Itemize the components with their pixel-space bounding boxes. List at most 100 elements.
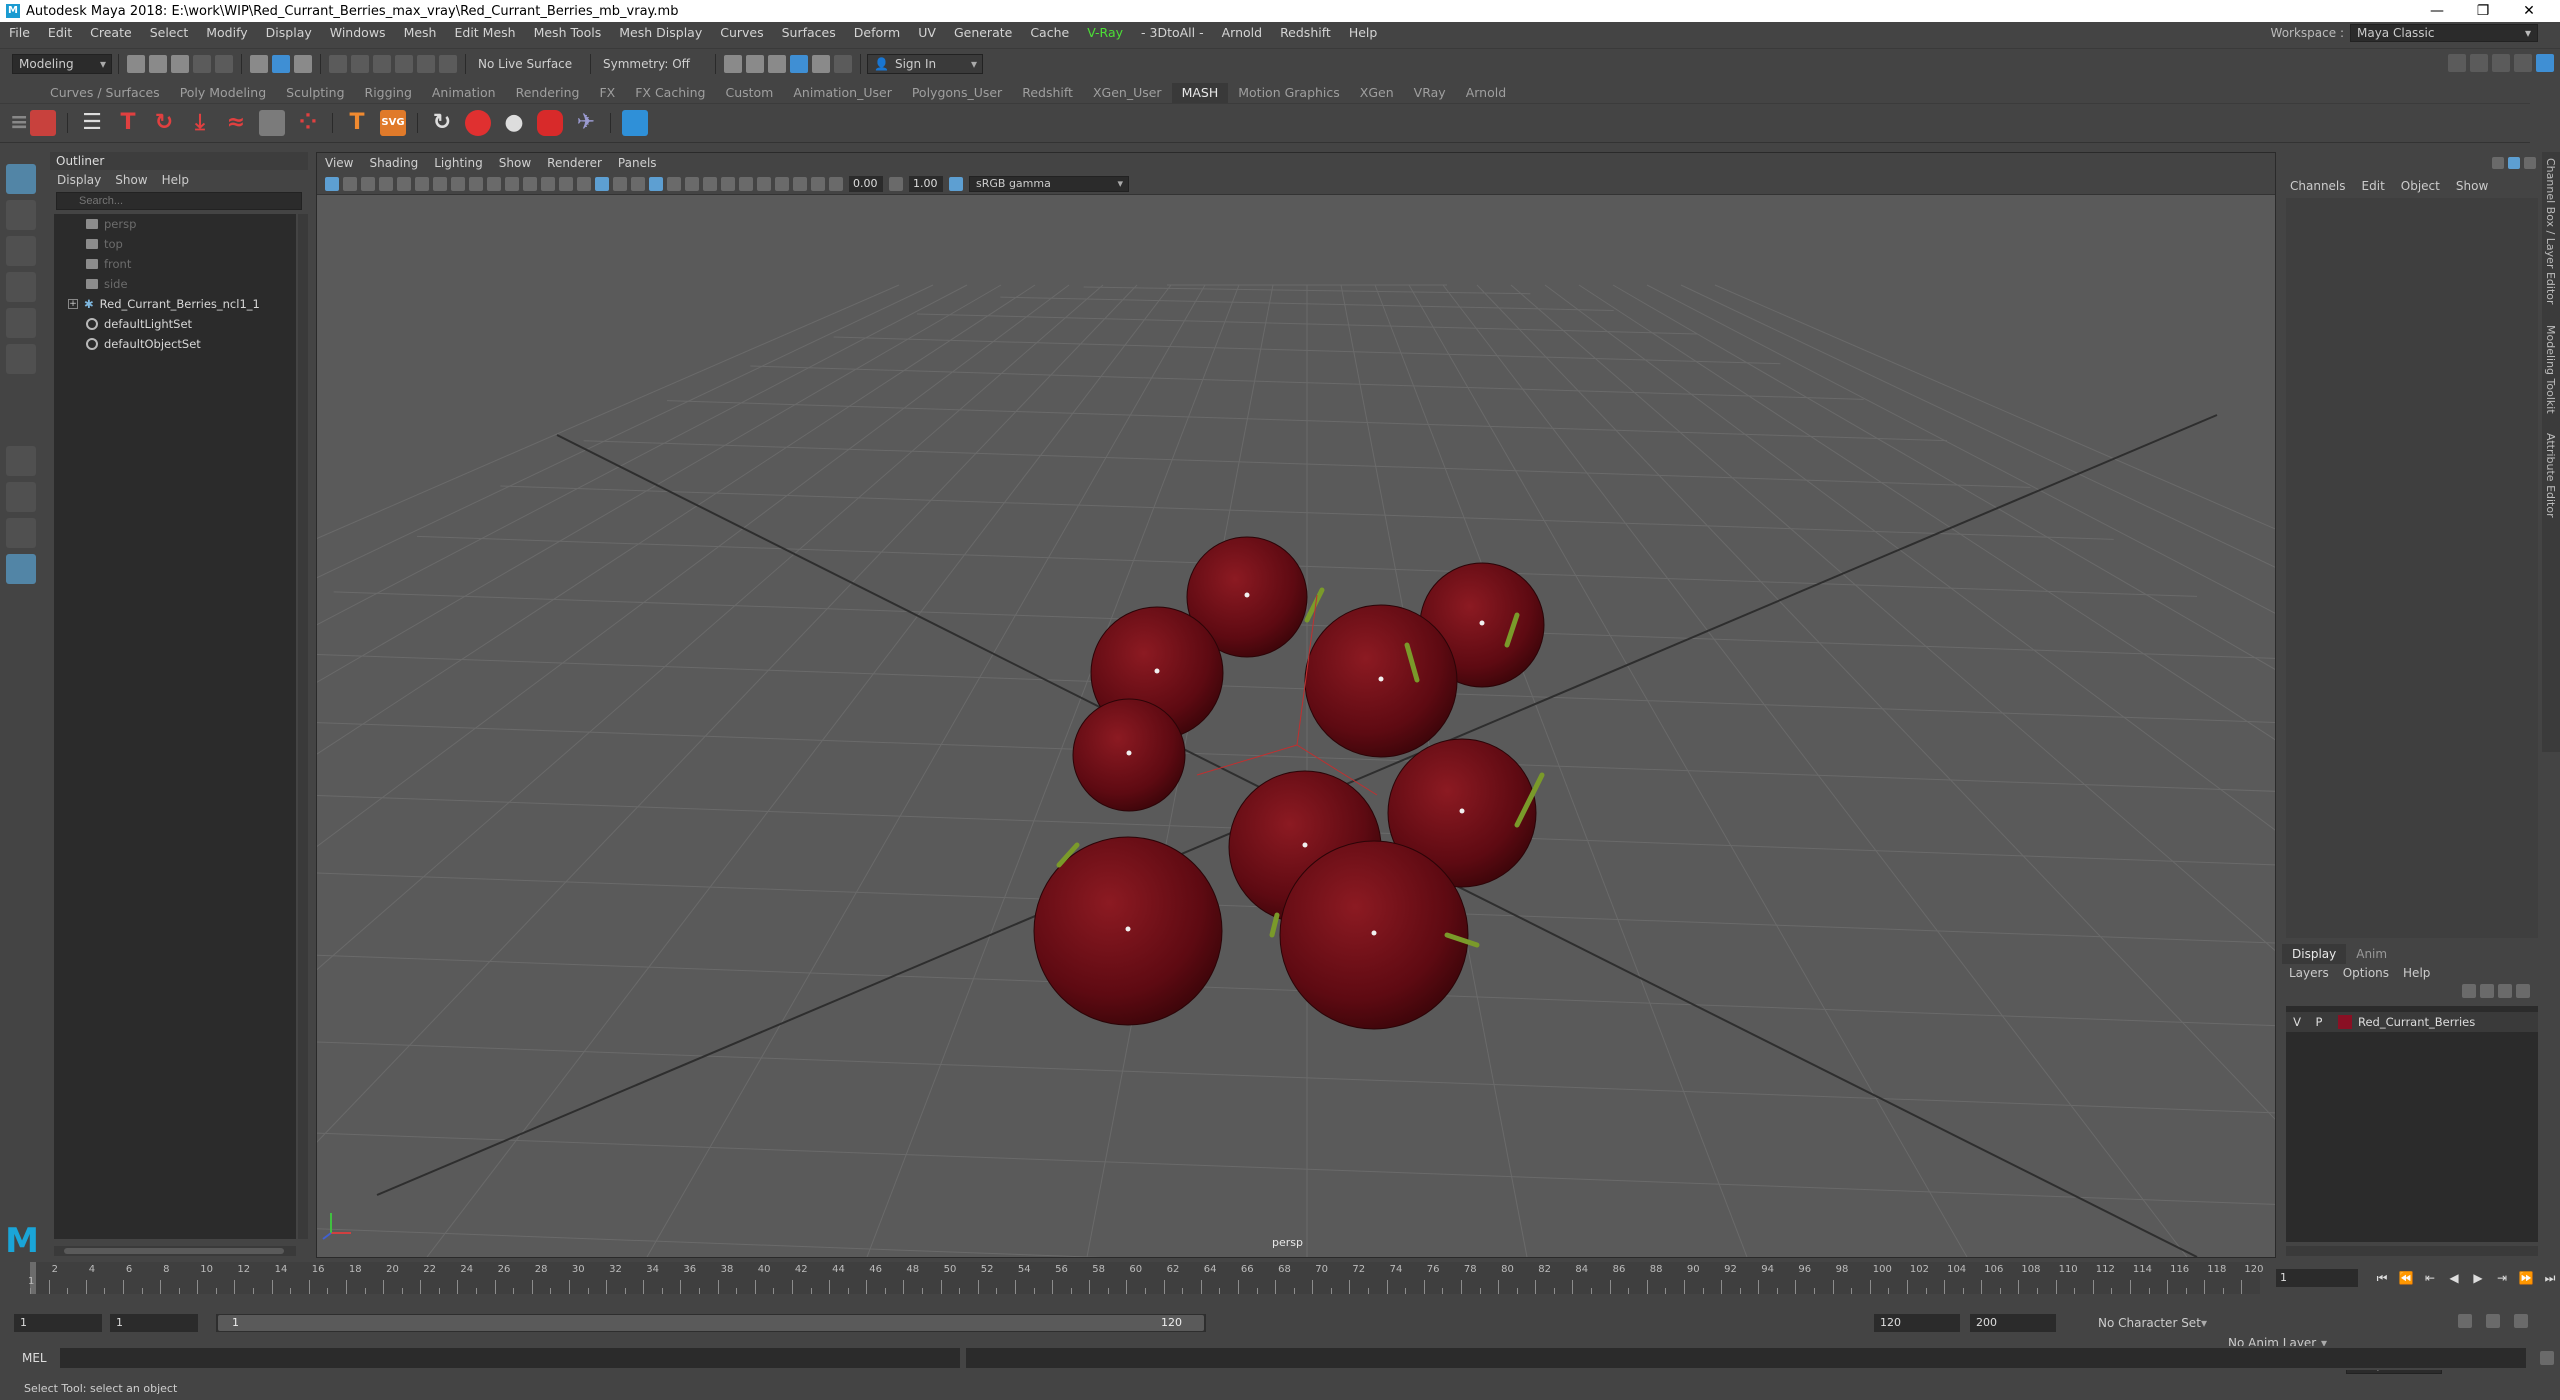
menu-curves[interactable]: Curves (711, 22, 772, 44)
mash-scatter-icon[interactable]: ⁘ (295, 110, 321, 136)
view-transform-dropdown[interactable]: sRGB gamma (969, 175, 1129, 192)
expand-icon[interactable]: + (68, 299, 78, 309)
menu-uv[interactable]: UV (909, 22, 945, 44)
range-bar[interactable]: 1 120 (216, 1314, 1206, 1332)
shelf-tab-fx-caching[interactable]: FX Caching (625, 83, 715, 103)
scale-tool-icon[interactable] (6, 344, 36, 374)
outliner-persp-layout-icon[interactable] (6, 554, 36, 584)
live-surface-label[interactable]: No Live Surface (478, 57, 578, 71)
channel-box-toggle-icon[interactable] (2492, 157, 2504, 169)
field-chart-icon[interactable] (523, 176, 537, 191)
shelf-tab-xgen[interactable]: XGen (1350, 83, 1404, 103)
film-gate-icon[interactable] (469, 176, 483, 191)
range-handle[interactable]: 1 120 (218, 1315, 1204, 1331)
layer-menu-help[interactable]: Help (2396, 966, 2437, 980)
shelf-tab-curves-surfaces[interactable]: Curves / Surfaces (40, 83, 170, 103)
snap-view-plane-icon[interactable] (395, 54, 413, 73)
menu-surfaces[interactable]: Surfaces (773, 22, 845, 44)
layer-playback-toggle[interactable]: P (2308, 1015, 2330, 1029)
toggle-modeling-toolkit-icon[interactable] (2448, 54, 2466, 72)
exposure-icon[interactable] (829, 176, 843, 191)
grease-pencil-icon[interactable] (433, 176, 447, 191)
single-perspective-layout-icon[interactable] (6, 446, 36, 476)
snap-point-icon[interactable] (373, 54, 391, 73)
step-forward-frame-icon[interactable]: ⇥ (2494, 1270, 2510, 1286)
outliner-horizontal-scrollbar[interactable] (54, 1246, 296, 1256)
menu-file[interactable]: File (0, 22, 39, 44)
render-frame-icon[interactable] (746, 54, 764, 73)
perspective-viewport[interactable]: View Shading Lighting Show Renderer Pane… (316, 152, 2276, 1258)
outliner-item-persp[interactable]: persp (54, 214, 296, 234)
shelf-tab-mash[interactable]: MASH (1171, 83, 1229, 103)
outliner-item-red-currant-berries[interactable]: + ✱ Red_Currant_Berries_ncl1_1 (54, 294, 296, 314)
rotate-tool-icon[interactable] (6, 308, 36, 338)
undo-icon[interactable] (193, 54, 211, 73)
select-camera-icon[interactable] (325, 176, 339, 191)
outliner-item-top[interactable]: top (54, 234, 296, 254)
shelf-tab-fx[interactable]: FX (589, 83, 625, 103)
bullet-icon[interactable]: ● (501, 110, 527, 136)
lock-camera-icon[interactable] (343, 176, 357, 191)
wireframe-icon[interactable] (577, 176, 591, 191)
shelf-tab-polygons-user[interactable]: Polygons_User (902, 83, 1012, 103)
shadows-icon[interactable] (685, 176, 699, 191)
lasso-tool-icon[interactable] (6, 200, 36, 230)
snap-curve-icon[interactable] (351, 54, 369, 73)
channel-menu-edit[interactable]: Edit (2354, 179, 2393, 193)
mash-wave-icon[interactable]: ≈ (223, 110, 249, 136)
isolate-select-icon[interactable] (757, 176, 771, 191)
textured-icon[interactable] (649, 176, 663, 191)
mash-outliner-icon[interactable]: ☰ (79, 110, 105, 136)
script-language-toggle[interactable]: MEL (0, 1351, 54, 1365)
exposure-field[interactable]: 0.00 (849, 175, 883, 192)
refresh-icon[interactable]: ↻ (429, 110, 455, 136)
wireframe-on-shaded-icon[interactable] (631, 176, 645, 191)
command-input[interactable] (60, 1348, 960, 1368)
viewport-canvas[interactable] (317, 195, 2275, 1257)
shelf-menu-icon[interactable]: ≡ (10, 110, 28, 136)
use-all-lights-icon[interactable] (667, 176, 681, 191)
svg-tool-icon[interactable]: SVG (380, 110, 406, 136)
smooth-shade-icon[interactable] (595, 176, 609, 191)
side-tab-modeling-toolkit[interactable]: Modeling Toolkit (2544, 325, 2557, 414)
menu-edit-mesh[interactable]: Edit Mesh (445, 22, 524, 44)
viewport-menu-shading[interactable]: Shading (361, 153, 426, 173)
playback-preferences-icon[interactable] (2514, 1314, 2528, 1328)
screen-space-ao-icon[interactable] (703, 176, 717, 191)
pause-icon[interactable] (834, 54, 852, 73)
play-backwards-icon[interactable]: ◀ (2446, 1270, 2462, 1286)
shelf-tab-poly-modeling[interactable]: Poly Modeling (170, 83, 276, 103)
menu-mesh[interactable]: Mesh (395, 22, 446, 44)
shelf-tab-vray[interactable]: VRay (1404, 83, 1456, 103)
layer-row[interactable]: V P Red_Currant_Berries (2286, 1012, 2538, 1032)
mash-network-icon[interactable] (30, 110, 56, 136)
channel-menu-object[interactable]: Object (2393, 179, 2448, 193)
resolution-gate-icon[interactable] (487, 176, 501, 191)
open-scene-icon[interactable] (149, 54, 167, 73)
outliner-search-input[interactable] (56, 192, 302, 210)
shelf-tab-animation-user[interactable]: Animation_User (783, 83, 901, 103)
toggle-channel-box-icon[interactable] (2514, 54, 2532, 72)
type-tool-icon[interactable]: T (344, 110, 370, 136)
menu-create[interactable]: Create (81, 22, 141, 44)
move-tool-icon[interactable] (6, 272, 36, 302)
layer-editor-toggle-icon[interactable] (2508, 157, 2520, 169)
motion-blur-icon[interactable] (721, 176, 735, 191)
step-forward-key-icon[interactable]: ⏩ (2518, 1270, 2534, 1286)
minimize-button[interactable]: — (2414, 0, 2460, 22)
outliner-item-side[interactable]: side (54, 274, 296, 294)
select-hierarchy-icon[interactable] (250, 54, 268, 73)
outliner-menu-help[interactable]: Help (155, 173, 196, 187)
layer-color-swatch[interactable] (2338, 1015, 2352, 1029)
close-button[interactable]: ✕ (2506, 0, 2552, 22)
mash-flight-icon[interactable]: ✈ (573, 110, 599, 136)
layer-menu-options[interactable]: Options (2336, 966, 2396, 980)
outliner-item-front[interactable]: front (54, 254, 296, 274)
step-back-frame-icon[interactable]: ⇤ (2422, 1270, 2438, 1286)
image-plane-icon[interactable] (397, 176, 411, 191)
float-panel-icon[interactable] (2524, 157, 2536, 169)
current-frame-field[interactable]: 1 (2276, 1269, 2358, 1287)
symmetry-label[interactable]: Symmetry: Off (603, 57, 703, 71)
shelf-tab-rendering[interactable]: Rendering (506, 83, 590, 103)
select-object-icon[interactable] (272, 54, 290, 73)
